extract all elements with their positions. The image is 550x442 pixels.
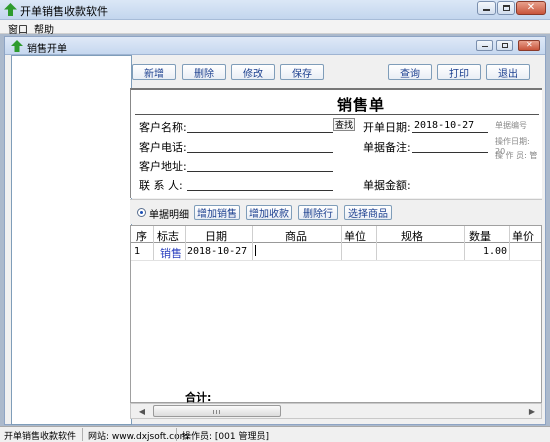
minimize-icon — [482, 46, 488, 47]
date-label: 开单日期: — [363, 121, 411, 134]
restore-icon — [502, 5, 510, 11]
horizontal-scrollbar[interactable]: ◀ ▶ — [130, 403, 542, 419]
operator-label: 操 作 员: 管 — [495, 151, 538, 160]
customer-phone-label: 客户电话: — [139, 141, 187, 154]
status-divider — [82, 428, 83, 441]
status-divider — [176, 428, 177, 441]
left-panel[interactable] — [11, 55, 132, 425]
col-spec: 规格 — [401, 230, 423, 243]
doc-no-label: 单据编号 — [495, 121, 527, 130]
col-divider — [464, 226, 465, 260]
col-price: 单价 — [512, 230, 534, 243]
save-button[interactable]: 保存 — [280, 64, 324, 80]
app-logo-icon — [4, 3, 17, 16]
cell-qty[interactable]: 1.00 — [483, 246, 507, 257]
scroll-left-icon[interactable]: ◀ — [135, 405, 149, 417]
status-website: 网站: www.dxjsoft.com — [88, 432, 189, 442]
remark-input[interactable] — [412, 152, 488, 153]
grid-header: 序 标志 日期 商品 单位 规格 数量 单价 — [131, 226, 541, 243]
detail-radio[interactable] — [137, 208, 146, 217]
choose-product-button[interactable]: 选择商品 — [344, 205, 392, 220]
customer-phone-input[interactable] — [187, 152, 333, 153]
delete-row-button[interactable]: 删除行 — [298, 205, 338, 220]
amount-label: 单据金额: — [363, 179, 411, 192]
detail-radio-label: 单据明细 — [149, 210, 189, 221]
app-title: 开单销售收款软件 — [20, 5, 108, 18]
col-qty: 数量 — [469, 230, 491, 243]
col-seq: 序 — [136, 230, 147, 243]
scroll-thumb[interactable] — [153, 405, 281, 417]
date-value[interactable]: 2018-10-27 — [414, 120, 474, 131]
scroll-right-icon[interactable]: ▶ — [525, 405, 539, 417]
status-operator: 操作员: [001 管理员] — [182, 432, 269, 442]
print-button[interactable]: 打印 — [437, 64, 481, 80]
customer-name-input[interactable] — [187, 132, 333, 133]
detail-grid[interactable]: 序 标志 日期 商品 单位 规格 数量 单价 1 销售 2018-10-27 1… — [130, 225, 542, 403]
find-customer-button[interactable]: 查找 — [333, 118, 355, 131]
exit-button[interactable]: 退出 — [486, 64, 530, 80]
row-divider — [131, 260, 541, 261]
status-bar: 开单销售收款软件 网站: www.dxjsoft.com 操作员: [001 管… — [0, 426, 550, 442]
delete-button[interactable]: 删除 — [182, 64, 226, 80]
add-sale-button[interactable]: 增加销售 — [194, 205, 240, 220]
sales-form: 销售单 客户名称: 查找 客户电话: 客户地址: 联 系 人: 开单日期: 20… — [130, 88, 542, 198]
contact-input[interactable] — [187, 190, 333, 191]
customer-name-label: 客户名称: — [139, 121, 187, 134]
customer-address-label: 客户地址: — [139, 160, 187, 173]
maximize-button[interactable] — [497, 1, 515, 15]
col-date: 日期 — [205, 230, 227, 243]
radio-selected-dot — [140, 211, 143, 214]
cell-flag: 销售 — [160, 247, 182, 260]
close-icon: ✕ — [526, 2, 536, 13]
col-flag: 标志 — [157, 230, 179, 243]
contact-label: 联 系 人: — [139, 179, 183, 192]
customer-address-input[interactable] — [187, 171, 333, 172]
child-maximize-button[interactable] — [496, 40, 513, 51]
form-title: 销售单 — [337, 96, 386, 114]
add-receipt-button[interactable]: 增加收款 — [246, 205, 292, 220]
grip-line — [219, 410, 220, 414]
child-window-title: 销售开单 — [27, 44, 67, 55]
detail-toolbar: 单据明细 增加销售 增加收款 删除行 选择商品 — [130, 199, 542, 224]
grip-line — [216, 410, 217, 414]
form-divider — [135, 114, 539, 115]
col-divider — [252, 226, 253, 260]
child-minimize-button[interactable] — [476, 40, 493, 51]
remark-label: 单据备注: — [363, 141, 411, 154]
col-divider — [185, 226, 186, 260]
minimize-icon — [483, 9, 490, 11]
col-divider — [509, 226, 510, 260]
cell-date: 2018-10-27 — [187, 246, 248, 257]
menu-bar: 窗口 帮助 — [0, 20, 550, 36]
grip-line — [213, 410, 214, 414]
sales-order-window: 销售开单 ✕ 新增 删除 修改 保存 查询 打印 退出 销售单 客户名称: 查找… — [4, 36, 546, 425]
cell-seq: 1 — [134, 246, 141, 257]
close-icon: ✕ — [526, 40, 533, 49]
col-product: 商品 — [285, 230, 307, 243]
col-unit: 单位 — [344, 230, 366, 243]
status-app-name: 开单销售收款软件 — [4, 432, 77, 442]
col-divider — [341, 226, 342, 260]
date-underline — [412, 132, 488, 133]
title-bar: 开单销售收款软件 ✕ — [0, 0, 550, 20]
minimize-button[interactable] — [477, 1, 496, 15]
edit-button[interactable]: 修改 — [231, 64, 275, 80]
child-title-bar: 销售开单 ✕ — [5, 37, 545, 55]
col-divider — [153, 226, 154, 260]
close-button[interactable]: ✕ — [516, 1, 546, 15]
col-divider — [376, 226, 377, 260]
text-cursor — [255, 245, 256, 256]
child-close-button[interactable]: ✕ — [518, 40, 540, 51]
new-button[interactable]: 新增 — [132, 64, 176, 80]
restore-icon — [502, 43, 508, 48]
query-button[interactable]: 查询 — [388, 64, 432, 80]
window-icon — [11, 40, 23, 52]
